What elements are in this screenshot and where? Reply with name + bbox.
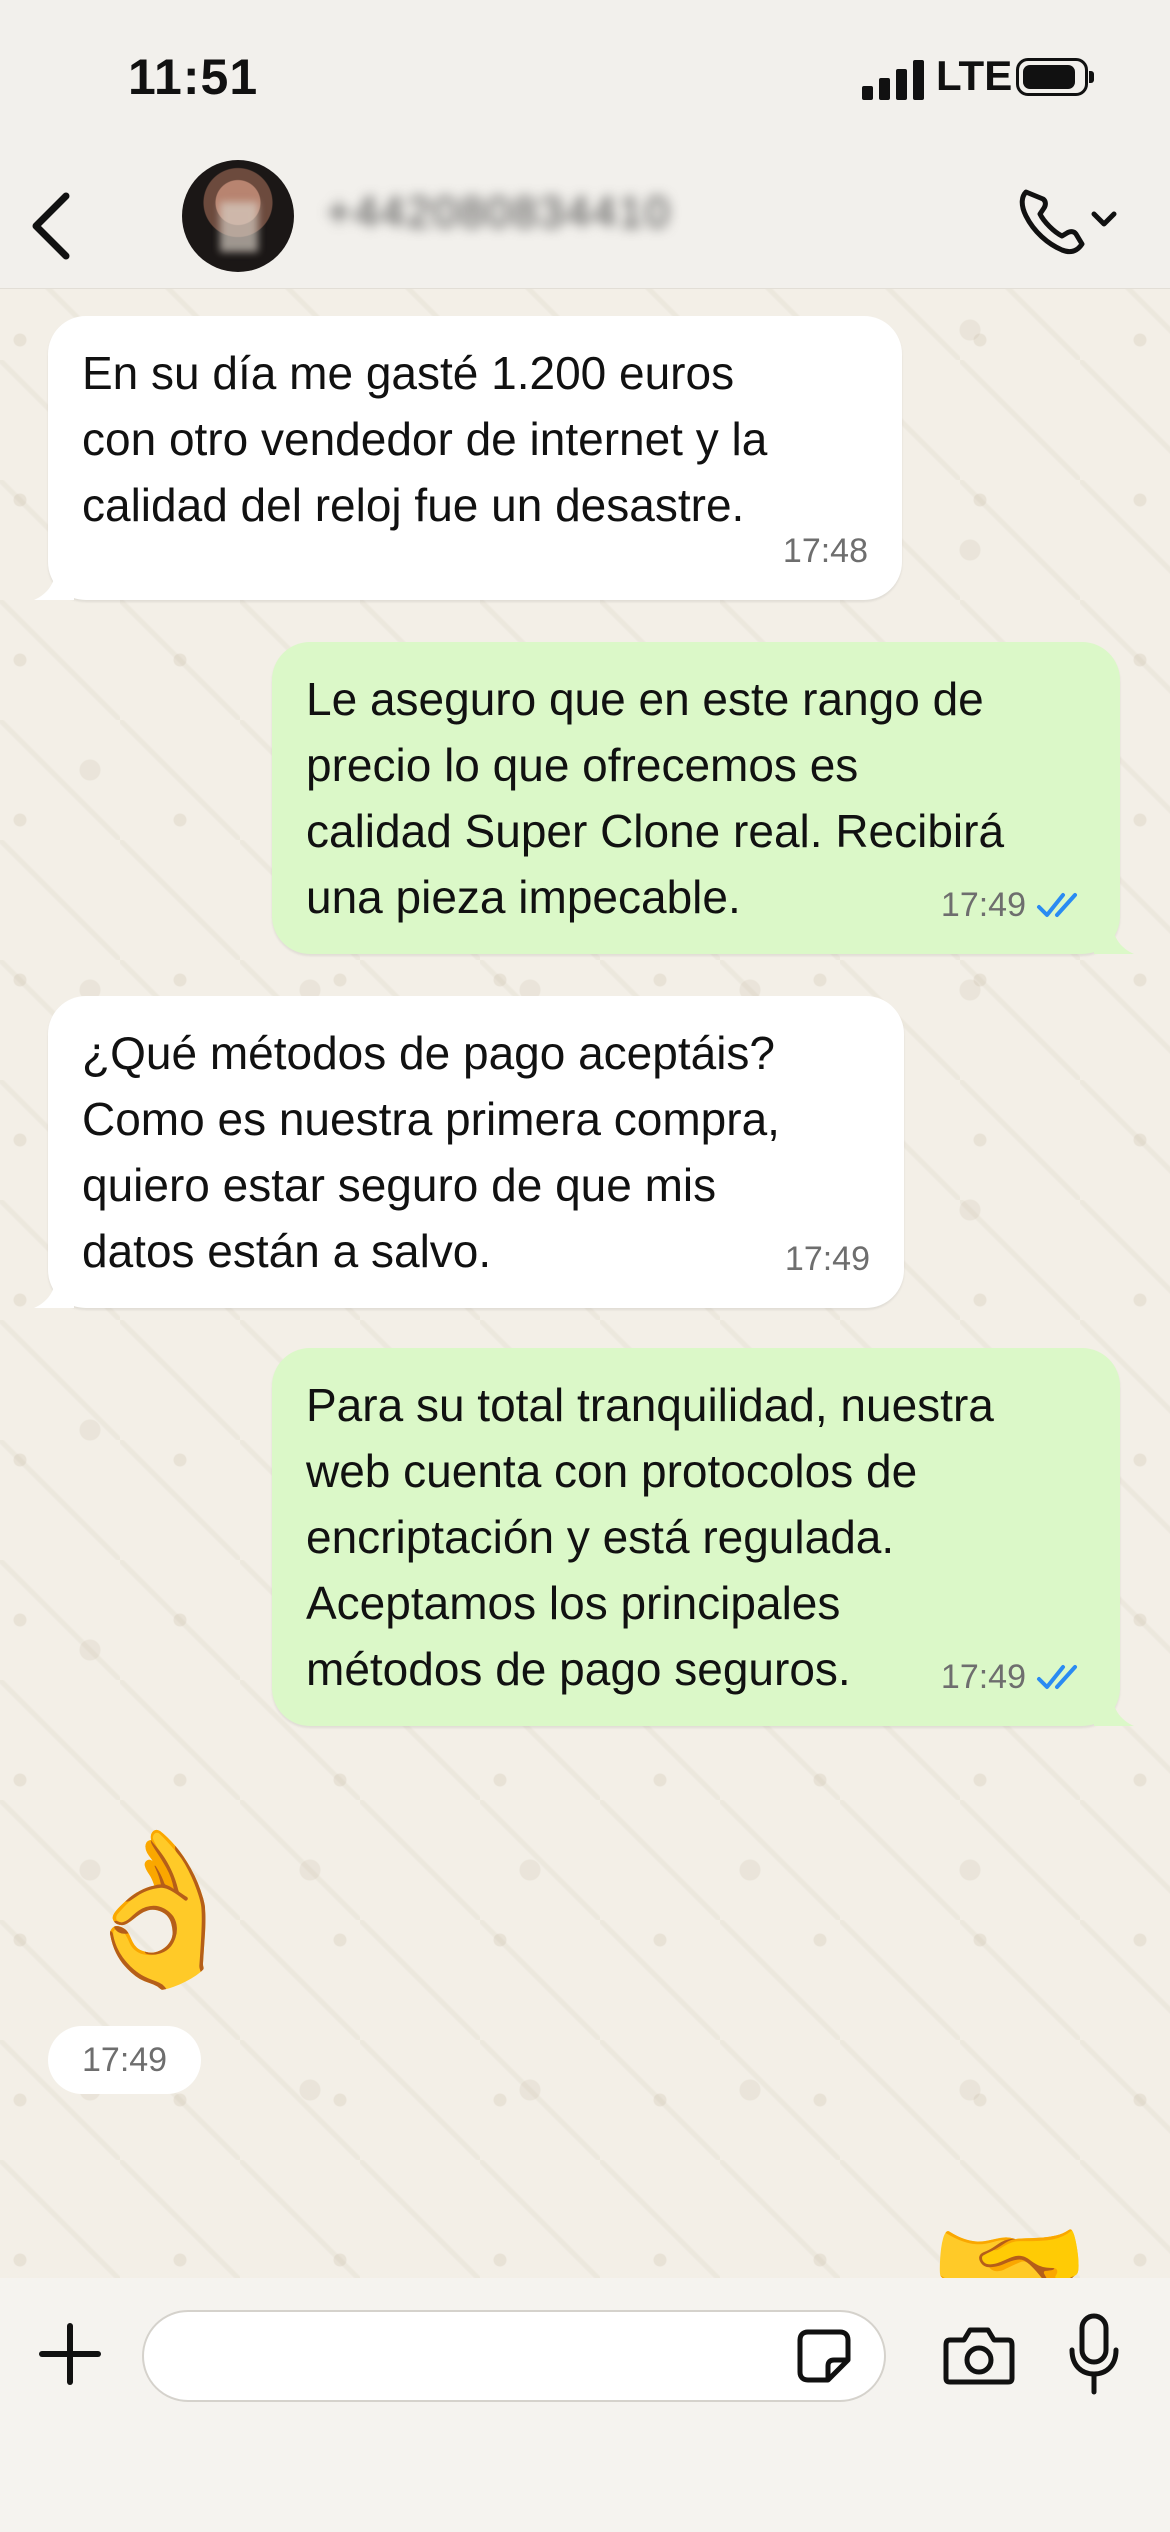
- microphone-icon[interactable]: [1064, 2312, 1124, 2398]
- emoji-message-outgoing[interactable]: 🤝: [928, 2208, 1118, 2278]
- network-type: LTE: [936, 52, 1013, 99]
- message-meta: 17:48: [783, 518, 868, 584]
- message-input[interactable]: [142, 2310, 886, 2402]
- message-time: 17:49: [48, 2026, 202, 2094]
- chat-header: +442080834410: [0, 160, 1170, 289]
- bubble-tail: [1094, 920, 1134, 954]
- status-time: 11:51: [128, 49, 259, 105]
- emoji-glyph: 🤝: [928, 2208, 1118, 2278]
- message-composer: [0, 2278, 1170, 2532]
- message-text: En su día me gasté 1.200 euros con otro …: [82, 347, 768, 531]
- status-bar: 11:51 LTE: [0, 0, 1170, 160]
- bubble-tail: [1094, 1692, 1134, 1726]
- message-meta: 17:49: [785, 1226, 870, 1292]
- voice-call-icon[interactable]: [1010, 178, 1120, 258]
- message-meta: 17:49: [941, 872, 1086, 938]
- message-time: 17:49: [784, 1240, 870, 1278]
- back-chevron-icon[interactable]: [22, 180, 92, 270]
- message-time: 17:48: [782, 532, 868, 570]
- message-time: 17:49: [940, 886, 1026, 924]
- read-receipt-icon: [1037, 893, 1077, 917]
- message-bubble-incoming[interactable]: En su día me gasté 1.200 euros con otro …: [34, 316, 902, 600]
- contact-avatar[interactable]: [182, 160, 294, 272]
- message-bubble-incoming[interactable]: ¿Qué métodos de pago aceptáis? Como es n…: [34, 996, 904, 1308]
- bubble-tail: [34, 1274, 74, 1308]
- emoji-message[interactable]: 👌: [66, 1828, 253, 1988]
- read-receipt-icon: [1037, 1665, 1077, 1689]
- message-bubble-outgoing[interactable]: Para su total tranquilidad, nuestra web …: [272, 1348, 1134, 1726]
- message-list[interactable]: En su día me gasté 1.200 euros con otro …: [0, 288, 1170, 2278]
- attach-plus-icon[interactable]: [34, 2318, 106, 2390]
- contact-name[interactable]: +442080834410: [326, 188, 671, 238]
- message-text: ¿Qué métodos de pago aceptáis? Como es n…: [82, 1027, 780, 1277]
- message-time: 17:49: [940, 1658, 1026, 1696]
- message-meta: 17:49: [941, 1644, 1086, 1710]
- message-bubble-outgoing[interactable]: Le aseguro que en este rango de precio l…: [272, 642, 1134, 954]
- sticker-icon[interactable]: [794, 2326, 854, 2386]
- camera-icon[interactable]: [942, 2320, 1016, 2390]
- signal-strength-icon: [862, 60, 924, 100]
- bubble-tail: [34, 566, 74, 600]
- battery-icon: [1016, 58, 1094, 96]
